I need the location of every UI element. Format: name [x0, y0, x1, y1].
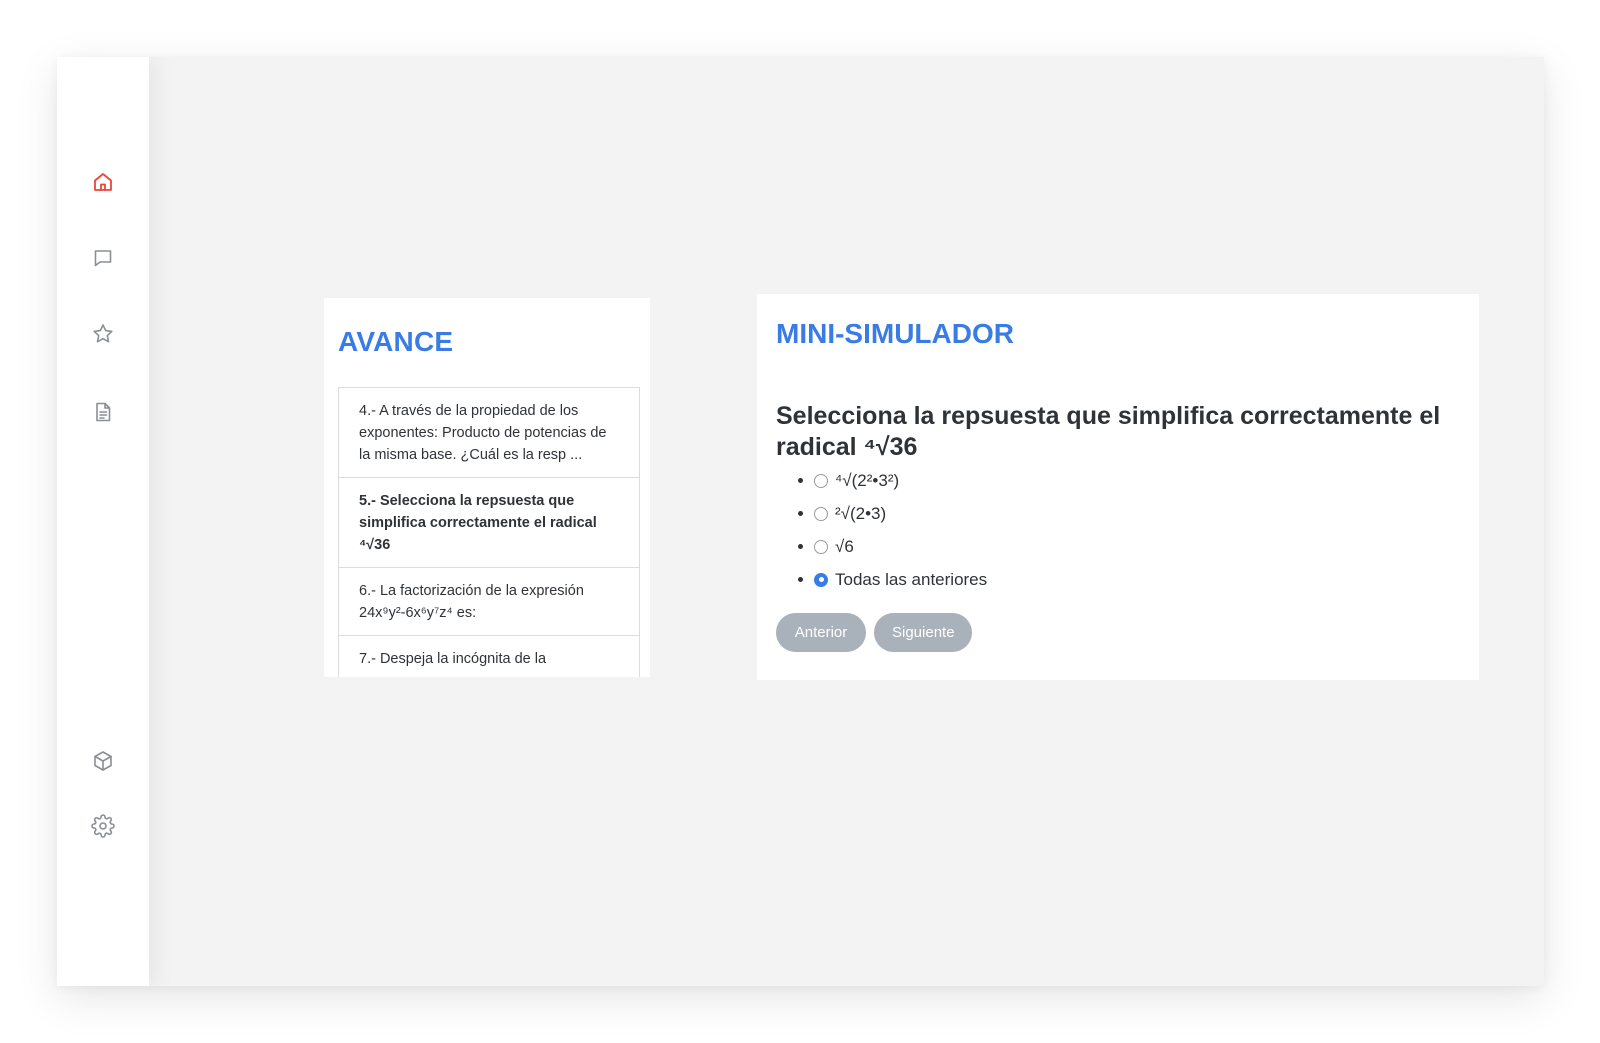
list-bullet	[798, 544, 803, 549]
question-list-item-7[interactable]: 7.- Despeja la incógnita de la	[339, 636, 639, 677]
simulator-title: MINI-SIMULADOR	[776, 318, 1014, 349]
list-bullet	[798, 478, 803, 483]
mini-simulator-panel: MINI-SIMULADOR Selecciona la repsuesta q…	[757, 294, 1479, 680]
answer-option[interactable]: Todas las anteriores	[776, 563, 987, 596]
radio-button[interactable]	[814, 506, 828, 521]
radio-button[interactable]	[814, 539, 828, 554]
answer-option-label: Todas las anteriores	[835, 569, 988, 589]
question-text: Selecciona la repsuesta que simplifica c…	[776, 402, 1441, 461]
answer-option[interactable]: √6	[776, 530, 987, 563]
answer-option[interactable]: ²√(2•3)	[776, 497, 987, 530]
star-icon[interactable]	[91, 322, 115, 346]
question-list-item-6[interactable]: 6.- La factorización de la expresión 24x…	[339, 568, 639, 636]
question-list: 4.- A través de la propiedad de los expo…	[338, 387, 640, 677]
answer-option-label: ²√(2•3)	[835, 503, 887, 523]
gear-icon[interactable]	[91, 814, 115, 838]
answer-options: ⁴√(2²•3²) ²√(2•3) √6 Todas las anteriore…	[776, 464, 987, 596]
answer-option[interactable]: ⁴√(2²•3²)	[776, 464, 987, 497]
answer-option-label: √6	[835, 536, 854, 556]
previous-button[interactable]: Anterior	[776, 613, 866, 652]
list-bullet	[798, 511, 803, 516]
sidebar	[57, 57, 149, 986]
app-window: AVANCE 4.- A través de la propiedad de l…	[57, 57, 1544, 986]
answer-option-label: ⁴√(2²•3²)	[835, 470, 900, 490]
radio-button[interactable]	[814, 473, 828, 488]
question-list-item-4[interactable]: 4.- A través de la propiedad de los expo…	[339, 388, 639, 478]
avance-panel: AVANCE 4.- A través de la propiedad de l…	[324, 298, 650, 677]
question-list-item-5[interactable]: 5.- Selecciona la repsuesta que simplifi…	[339, 478, 639, 568]
document-icon[interactable]	[91, 400, 115, 424]
next-button[interactable]: Siguiente	[874, 613, 972, 652]
chat-icon[interactable]	[91, 246, 115, 270]
cube-icon[interactable]	[91, 749, 115, 773]
home-icon[interactable]	[91, 170, 115, 194]
radio-button-selected[interactable]	[814, 572, 828, 587]
avance-title: AVANCE	[338, 326, 454, 357]
list-bullet	[798, 577, 803, 582]
